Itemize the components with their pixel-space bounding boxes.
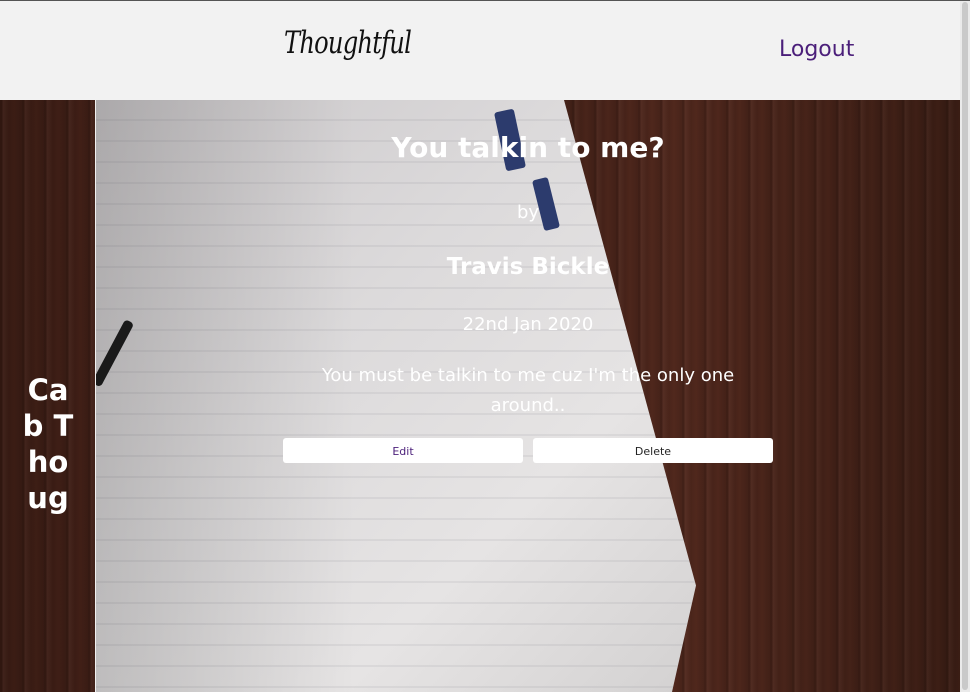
navbar: Thoughtful Logout <box>0 1 960 100</box>
scrollbar-thumb[interactable] <box>962 2 968 690</box>
edit-button[interactable]: Edit <box>283 438 523 463</box>
side-title: Cab Thoug <box>22 373 74 515</box>
delete-button[interactable]: Delete <box>533 438 773 463</box>
logout-link[interactable]: Logout <box>779 37 854 62</box>
post-body: You must be talkin to me cuz I'm the onl… <box>321 365 735 416</box>
page: Thoughtful Logout Cab Thoug You talkin t… <box>0 0 970 692</box>
post-title: You talkin to me? <box>391 131 665 164</box>
post-author: Travis Bickle <box>446 254 610 280</box>
by-label: by <box>516 202 540 223</box>
brand-logo[interactable]: Thoughtful <box>284 25 412 61</box>
post-date: 22nd Jan 2020 <box>462 314 594 335</box>
